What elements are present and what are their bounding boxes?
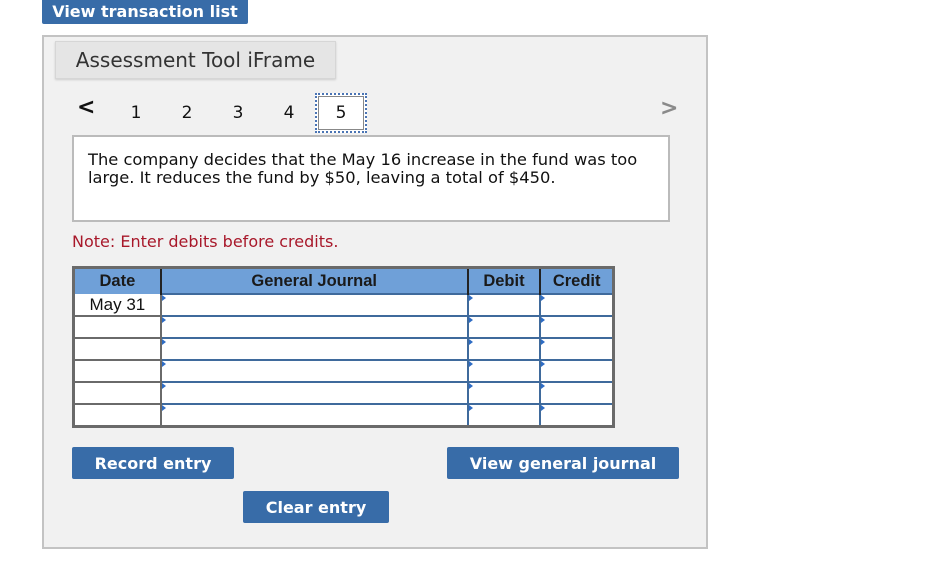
debit-cell — [466, 359, 542, 383]
dropdown-marker-icon — [468, 405, 473, 411]
table-row — [73, 381, 615, 405]
table-header-row: Date General Journal Debit Credit — [73, 267, 614, 294]
view-transaction-list-button[interactable]: View transaction list — [42, 0, 248, 24]
account-input[interactable] — [161, 361, 467, 381]
table-row: May 31 — [73, 293, 615, 317]
debit-input[interactable] — [468, 317, 540, 337]
dropdown-marker-icon — [468, 361, 473, 367]
question-text: The company decides that the May 16 incr… — [88, 150, 638, 187]
note-text: Note: Enter debits before credits. — [72, 232, 339, 251]
credit-cell — [539, 381, 615, 405]
page-5-current[interactable]: 5 — [315, 93, 367, 133]
dropdown-marker-icon — [541, 383, 546, 389]
account-input[interactable] — [161, 295, 467, 315]
question-box: The company decides that the May 16 incr… — [72, 135, 670, 222]
column-header-general-journal: General Journal — [159, 267, 468, 294]
assessment-panel: Assessment Tool iFrame < 1 2 3 4 5 > The… — [42, 35, 708, 549]
dropdown-marker-icon — [161, 339, 166, 345]
dropdown-marker-icon — [161, 361, 166, 367]
debit-input[interactable] — [468, 295, 540, 315]
view-general-journal-button[interactable]: View general journal — [447, 447, 679, 479]
dropdown-marker-icon — [161, 295, 166, 301]
debit-input[interactable] — [468, 383, 540, 403]
page-1-link[interactable]: 1 — [126, 103, 146, 123]
debit-cell — [466, 381, 542, 405]
iframe-title-tab: Assessment Tool iFrame — [55, 41, 336, 79]
chevron-left-icon[interactable]: < — [77, 97, 95, 119]
debit-cell — [466, 293, 542, 317]
credit-input[interactable] — [541, 295, 612, 315]
date-cell — [73, 404, 162, 428]
debit-cell — [466, 337, 542, 361]
credit-input[interactable] — [541, 361, 612, 381]
table-row — [73, 337, 615, 361]
account-input[interactable] — [161, 339, 467, 359]
date-cell — [73, 382, 162, 405]
credit-cell — [539, 315, 615, 339]
credit-cell — [539, 359, 615, 383]
debit-cell — [466, 315, 542, 339]
dropdown-marker-icon — [468, 317, 473, 323]
account-cell — [159, 337, 469, 361]
dropdown-marker-icon — [541, 339, 546, 345]
dropdown-marker-icon — [468, 383, 473, 389]
account-input[interactable] — [161, 317, 467, 337]
dropdown-marker-icon — [161, 383, 166, 389]
debit-input[interactable] — [468, 361, 540, 381]
account-cell — [159, 381, 469, 405]
page-3-link[interactable]: 3 — [228, 103, 248, 123]
credit-cell — [539, 403, 615, 428]
column-header-date: Date — [73, 267, 161, 294]
dropdown-marker-icon — [468, 339, 473, 345]
credit-input[interactable] — [541, 317, 612, 337]
account-input[interactable] — [161, 405, 467, 425]
dropdown-marker-icon — [541, 295, 546, 301]
dropdown-marker-icon — [541, 317, 546, 323]
account-cell — [159, 359, 469, 383]
iframe-title: Assessment Tool iFrame — [75, 48, 316, 72]
debit-cell — [466, 403, 542, 428]
record-entry-button[interactable]: Record entry — [72, 447, 234, 479]
dropdown-marker-icon — [541, 361, 546, 367]
dropdown-marker-icon — [161, 405, 166, 411]
account-cell — [159, 315, 469, 339]
dropdown-marker-icon — [161, 317, 166, 323]
credit-input[interactable] — [541, 383, 612, 403]
page-4-link[interactable]: 4 — [279, 103, 299, 123]
account-cell — [159, 293, 469, 317]
chevron-right-icon[interactable]: > — [660, 98, 678, 120]
date-cell — [73, 360, 162, 383]
credit-cell — [539, 293, 615, 317]
account-input[interactable] — [161, 383, 467, 403]
table-row — [73, 359, 615, 383]
credit-cell — [539, 337, 615, 361]
clear-entry-button[interactable]: Clear entry — [243, 491, 389, 523]
table-row — [73, 403, 615, 428]
debit-input[interactable] — [468, 405, 540, 425]
journal-entry-table: Date General Journal Debit Credit May 31 — [72, 266, 615, 428]
date-cell: May 31 — [73, 294, 162, 317]
credit-input[interactable] — [541, 339, 612, 359]
credit-input[interactable] — [541, 405, 612, 425]
debit-input[interactable] — [468, 339, 540, 359]
column-header-debit: Debit — [466, 267, 541, 294]
dropdown-marker-icon — [468, 295, 473, 301]
dropdown-marker-icon — [541, 405, 546, 411]
page-2-link[interactable]: 2 — [177, 103, 197, 123]
date-cell — [73, 316, 162, 339]
column-header-credit: Credit — [539, 267, 614, 294]
account-cell — [159, 403, 469, 428]
table-row — [73, 315, 615, 339]
date-cell — [73, 338, 162, 361]
